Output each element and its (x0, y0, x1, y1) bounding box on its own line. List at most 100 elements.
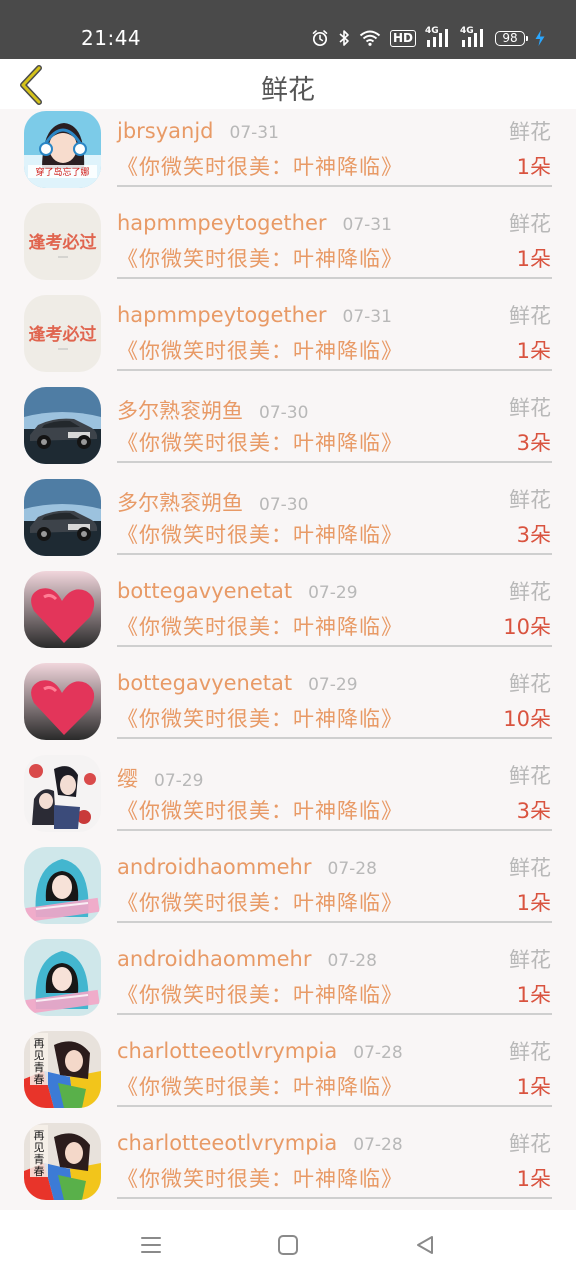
girl-hood-avatar[interactable] (24, 939, 101, 1016)
name-line: 多尔熟衮朔鱼 07-30 (117, 395, 308, 425)
girl-headphones-avatar[interactable]: 穿了岛忘了娜 (24, 111, 101, 188)
gift-count: 3朵 (516, 523, 551, 547)
pink-heart-avatar[interactable] (24, 663, 101, 740)
gift-count: 1朵 (516, 155, 551, 179)
gift-type: 鲜花 (509, 488, 551, 512)
gift-type: 鲜花 (509, 1132, 551, 1156)
gift-date: 07-28 (353, 1043, 403, 1063)
row-divider (117, 1197, 552, 1199)
book-title[interactable]: 《你微笑时很美：叶神降临》 (117, 611, 403, 641)
name-line: jbrsyanjd 07-31 (117, 119, 279, 143)
book-title[interactable]: 《你微笑时很美：叶神降临》 (117, 335, 403, 365)
gift-row[interactable]: 多尔熟衮朔鱼 07-30 鲜花《你微笑时很美：叶神降临》 3朵 (0, 385, 576, 477)
user-name[interactable]: bottegavyenetat (117, 579, 292, 603)
book-title[interactable]: 《你微笑时很美：叶神降临》 (117, 979, 403, 1009)
gift-count: 1朵 (516, 891, 551, 915)
alarm-icon (311, 29, 329, 47)
gift-row[interactable]: 逢考必过 hapmmpeytogether 07-31 鲜花 《你微笑时很美：叶神降临》… (0, 201, 576, 293)
gift-row[interactable]: 再见青春 charlotteeotlvrympia 07-28 鲜花《你微笑时很美：叶… (0, 1029, 576, 1121)
colorful-girl-avatar[interactable]: 再见青春 (24, 1123, 101, 1200)
user-name[interactable]: androidhaommehr (117, 947, 312, 971)
book-title[interactable]: 《你微笑时很美：叶神降临》 (117, 519, 403, 549)
car-avatar[interactable] (24, 387, 101, 464)
gift-count: 1朵 (516, 983, 551, 1007)
user-name[interactable]: 多尔熟衮朔鱼 (117, 487, 243, 517)
gift-date: 07-29 (308, 675, 358, 695)
pink-heart-avatar[interactable] (24, 571, 101, 648)
gift-type: 鲜花 (509, 396, 551, 420)
book-title[interactable]: 《你微笑时很美：叶神降临》 (117, 703, 403, 733)
gift-count: 1朵 (516, 247, 551, 271)
gift-row[interactable]: androidhaommehr 07-28 鲜花《你微笑时很美：叶神降临》 1朵 (0, 845, 576, 937)
user-name[interactable]: 多尔熟衮朔鱼 (117, 395, 243, 425)
user-name[interactable]: charlotteeotlvrympia (117, 1131, 337, 1155)
home-icon (278, 1235, 298, 1255)
colorful-girl-avatar[interactable]: 再见青春 (24, 1031, 101, 1108)
name-line: 多尔熟衮朔鱼 07-30 (117, 487, 308, 517)
gift-date: 07-29 (308, 583, 358, 603)
user-name[interactable]: charlotteeotlvrympia (117, 1039, 337, 1063)
row-divider (117, 1105, 552, 1107)
gift-count: 1朵 (516, 1167, 551, 1191)
user-name[interactable]: hapmmpeytogether (117, 303, 327, 327)
book-title[interactable]: 《你微笑时很美：叶神降临》 (117, 1071, 403, 1101)
gift-count: 1朵 (516, 1075, 551, 1099)
name-line: charlotteeotlvrympia 07-28 (117, 1039, 403, 1063)
gift-type: 鲜花 (509, 1040, 551, 1064)
menu-button[interactable] (136, 1232, 166, 1258)
gift-date: 07-30 (259, 403, 309, 423)
gift-row[interactable]: 穿了岛忘了娜 jbrsyanjd 07-31 鲜花 《你微笑时很美：叶神降临》 1朵 (0, 109, 576, 201)
name-line: hapmmpeytogether 07-31 (117, 211, 392, 235)
gift-date: 07-28 (327, 951, 377, 971)
calligraphy-avatar[interactable]: 逢考必过 (24, 295, 101, 372)
gift-row[interactable]: androidhaommehr 07-28 鲜花 《你微笑时很美：叶神降临》 1朵 (0, 937, 576, 1029)
book-title[interactable]: 《你微笑时很美：叶神降临》 (117, 795, 403, 825)
row-divider (117, 185, 552, 187)
gift-type: 鲜花 (509, 304, 551, 328)
gift-type: 鲜花 (509, 856, 551, 880)
user-name[interactable]: androidhaommehr (117, 855, 312, 879)
battery-icon: 98 (495, 30, 528, 46)
calligraphy-avatar[interactable]: 逢考必过 (24, 203, 101, 280)
gift-count: 1朵 (516, 339, 551, 363)
name-line: charlotteeotlvrympia 07-28 (117, 1131, 403, 1155)
gift-date: 07-28 (353, 1135, 403, 1155)
gift-row[interactable]: 缨 07-29 鲜花 《你微笑时很美：叶神降临》 3朵 (0, 753, 576, 845)
anime-couple-avatar[interactable] (24, 755, 101, 832)
user-name[interactable]: bottegavyenetat (117, 671, 292, 695)
gift-list: 穿了岛忘了娜 jbrsyanjd 07-31 鲜花 《你微笑时很美：叶神降临》 1朵 逢考必… (0, 109, 576, 1210)
navigation-bar (0, 1210, 576, 1280)
user-name[interactable]: jbrsyanjd (117, 119, 214, 143)
book-title[interactable]: 《你微笑时很美：叶神降临》 (117, 151, 403, 181)
name-line: hapmmpeytogether 07-31 (117, 303, 392, 327)
gift-count: 10朵 (503, 615, 551, 639)
hd-badge: HD (389, 29, 416, 47)
gift-date: 07-28 (327, 859, 377, 879)
gift-date: 07-31 (342, 215, 392, 235)
book-title[interactable]: 《你微笑时很美：叶神降临》 (117, 1163, 403, 1193)
header: 鲜花 (0, 59, 576, 109)
name-line: bottegavyenetat 07-29 (117, 671, 358, 695)
gift-row[interactable]: 逢考必过 hapmmpeytogether 07-31 鲜花《你微笑时很美：叶神降临》… (0, 293, 576, 385)
home-button[interactable] (273, 1232, 303, 1258)
gift-row[interactable]: bottegavyenetat 07-29 鲜花 《你微笑时很美：叶神降临》 10朵 (0, 661, 576, 753)
car-avatar[interactable] (24, 479, 101, 556)
gift-row[interactable]: 再见青春 charlotteeotlvrympia 07-28 鲜花《你微笑时很美：叶… (0, 1121, 576, 1210)
gift-type: 鲜花 (509, 580, 551, 604)
name-line: androidhaommehr 07-28 (117, 855, 377, 879)
gift-row[interactable]: bottegavyenetat 07-29 鲜花《你微笑时很美：叶神降临》 10朵 (0, 569, 576, 661)
book-title[interactable]: 《你微笑时很美：叶神降临》 (117, 887, 403, 917)
user-name[interactable]: hapmmpeytogether (117, 211, 327, 235)
girl-hood-avatar[interactable] (24, 847, 101, 924)
menu-icon (141, 1237, 161, 1253)
gift-row[interactable]: 多尔熟衮朔鱼 07-30 鲜花《你微笑时很美：叶神降临》 3朵 (0, 477, 576, 569)
gift-type: 鲜花 (509, 672, 551, 696)
row-divider (117, 645, 552, 647)
row-divider (117, 277, 552, 279)
status-bar: 21:44 HD 4G 4G 98 (0, 0, 576, 59)
book-title[interactable]: 《你微笑时很美：叶神降临》 (117, 243, 403, 273)
book-title[interactable]: 《你微笑时很美：叶神降临》 (117, 427, 403, 457)
user-name[interactable]: 缨 (117, 763, 138, 793)
gift-count: 3朵 (516, 431, 551, 455)
system-back-button[interactable] (410, 1232, 440, 1258)
